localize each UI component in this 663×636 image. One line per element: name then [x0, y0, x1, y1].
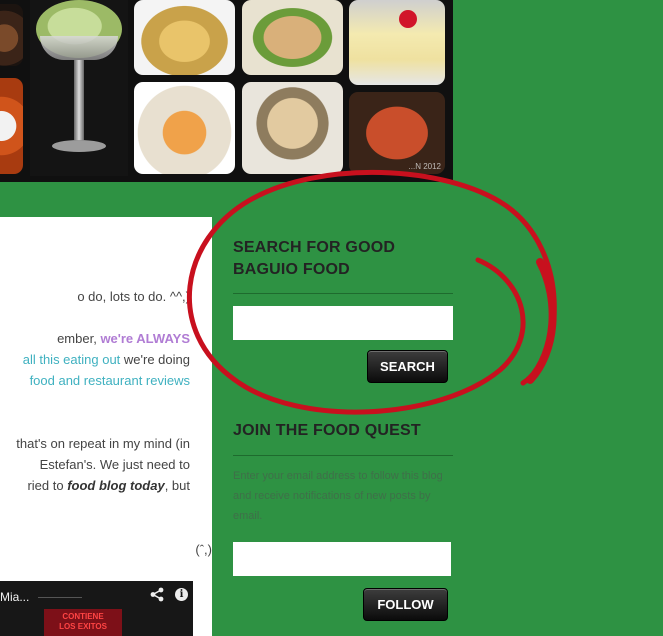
video-banner: CONTIENE LOS EXITOS [44, 609, 122, 636]
fried-dish-photo[interactable] [242, 0, 343, 75]
follow-button[interactable]: FOLLOW [363, 588, 448, 621]
photo-watermark: ...N 2012 [408, 162, 441, 171]
follow-widget-title: JOIN THE FOOD QUEST [233, 422, 421, 439]
ice-cream-photo[interactable] [30, 0, 128, 176]
video-arrow-decoration [38, 597, 82, 598]
search-widget-title: SEARCH FOR GOOD BAGUIO FOOD [233, 239, 396, 278]
share-icon[interactable] [150, 587, 164, 606]
food-photo[interactable] [0, 4, 23, 66]
header-photo-collage: ...N 2012 [0, 0, 453, 182]
combo-plate-photo[interactable] [134, 82, 235, 174]
post-text-line: ember, we're ALWAYS [57, 331, 190, 346]
blog-post-content: o do, lots to do. ^^,) ember, we're ALWA… [0, 217, 212, 636]
follow-description: Enter your email address to follow this … [233, 470, 443, 522]
post-text-line: (ˆ,) [195, 542, 212, 557]
noodles-photo[interactable] [134, 0, 235, 75]
embedded-video[interactable]: Mia... i CONTIENE LOS EXITOS [0, 581, 193, 636]
search-button[interactable]: SEARCH [367, 350, 448, 383]
noodle-soup-photo[interactable] [242, 82, 343, 174]
shake-photo[interactable] [349, 0, 445, 85]
post-link[interactable]: we're ALWAYS [100, 331, 190, 346]
post-text-line: that's on repeat in my mind (in [16, 436, 190, 451]
post-text-line: all this eating out we're doing [22, 352, 190, 367]
email-field[interactable] [233, 542, 451, 576]
post-text-line: ried to food blog today, but [27, 478, 190, 493]
post-text-line: Estefan's. We just need to [39, 457, 190, 472]
post-link[interactable]: food and restaurant reviews [30, 373, 190, 388]
food-photo[interactable] [0, 78, 23, 174]
divider [233, 293, 453, 294]
video-title[interactable]: Mia... [0, 590, 29, 604]
pasta-photo[interactable]: ...N 2012 [349, 92, 445, 174]
emphasis-text: food blog today [67, 478, 165, 493]
post-text-line: o do, lots to do. ^^,) [77, 289, 190, 304]
search-input[interactable] [233, 306, 453, 340]
info-icon[interactable]: i [175, 588, 188, 601]
post-link[interactable]: all this eating out [23, 352, 121, 367]
divider [233, 455, 453, 456]
